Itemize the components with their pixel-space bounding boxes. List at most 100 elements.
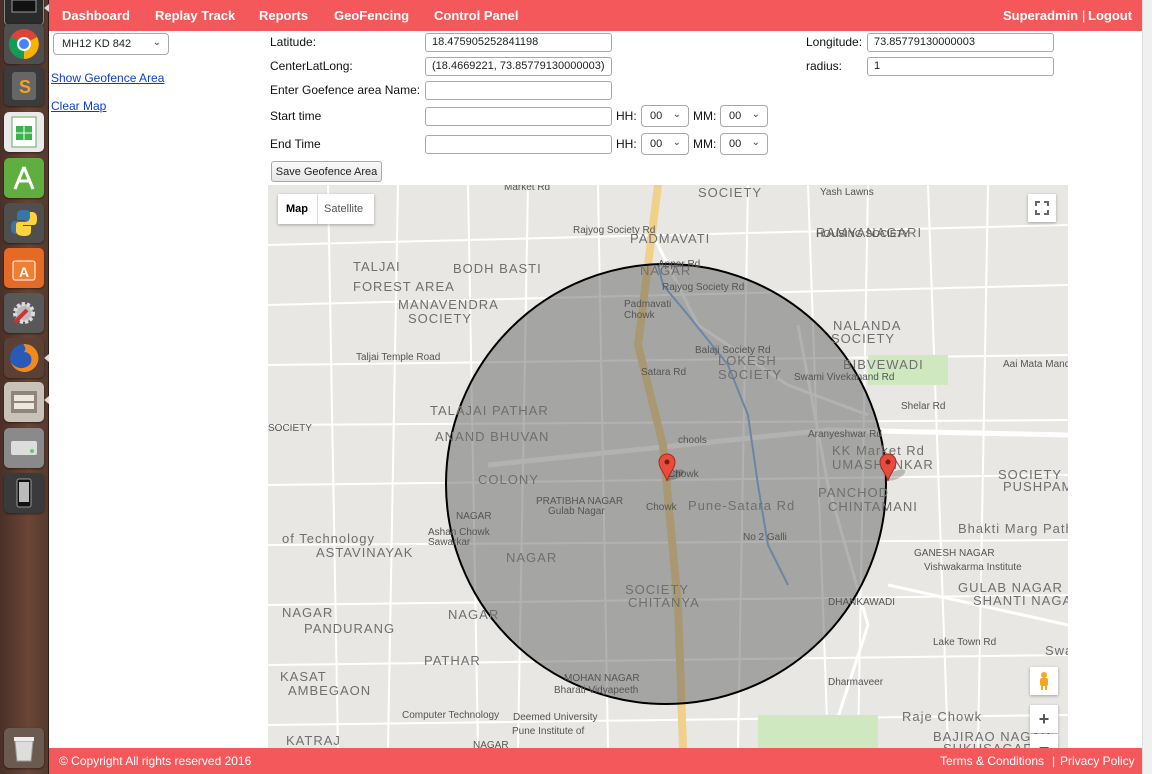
center-latlong-field[interactable]: (18.4669221, 73.85779130000003) [425,57,612,76]
map-label: Computer Technology [402,710,499,721]
map-label: Dharmaveer [828,677,884,688]
device-icon[interactable] [4,473,44,513]
nav-geofencing[interactable]: GeoFencing [334,8,409,23]
start-hh-label: HH: [616,109,637,123]
user-name[interactable]: Superadmin [1003,8,1078,23]
nav-separator: | [1082,8,1086,23]
chevron-down-icon: ⌄ [751,109,760,120]
geofence-name-field[interactable] [425,81,612,100]
python-icon[interactable] [4,203,44,243]
end-mm-select[interactable]: 00 ⌄ [720,133,768,155]
map-label: PUSHPAM [1003,479,1068,494]
map-label: SHANTI NAGAR [973,593,1068,608]
nav-replay-track[interactable]: Replay Track [155,8,235,23]
nav-dashboard[interactable]: Dashboard [62,8,130,23]
start-mm-select[interactable]: 00 ⌄ [720,105,768,127]
chevron-down-icon: ⌄ [672,109,681,120]
start-hh-select[interactable]: 00 ⌄ [641,105,689,127]
map-label: Aranyeshwar Rd [808,429,882,440]
map-label: MANAVENDRA [398,297,499,312]
map-label: SUKHSAGAR [943,741,1034,748]
map-label: SOCIETY [408,311,472,326]
zoom-out-icon[interactable]: − [1030,734,1058,748]
map-label: TALJAI [353,259,401,274]
map-label: NAGAR [282,605,333,620]
nav-reports[interactable]: Reports [259,8,308,23]
chrome-icon[interactable] [4,24,44,64]
chevron-down-icon: ⌄ [672,137,681,148]
map-label: Taljai Temple Road [356,352,440,363]
terms-link[interactable]: Terms & Conditions [940,754,1044,768]
map-canvas[interactable]: SOCIETY Yash LawnsRAMYANAGARIHOUSING SOCI… [268,185,1068,748]
chevron-down-icon: ⌄ [152,37,161,48]
save-geofence-button[interactable]: Save Geofence Area [271,161,382,182]
logout-link[interactable]: Logout [1088,8,1132,23]
map-label: BIBVEWADI [843,357,924,372]
latitude-field[interactable]: 18.475905252841198 [425,33,612,52]
map-type-map-button[interactable]: Map [286,203,308,215]
map-label: PANCHOD [818,485,889,500]
map-label: No 2 Galli [743,532,787,543]
end-hh-select[interactable]: 00 ⌄ [641,133,689,155]
file-manager-icon[interactable] [4,382,44,422]
fullscreen-icon[interactable] [1028,194,1056,222]
svg-text:S: S [19,77,31,97]
map-label: Gulab Nagar [548,506,605,517]
nav-control-panel[interactable]: Control Panel [434,8,519,23]
system-settings-icon[interactable] [4,293,44,333]
map-label: GANESH NAGAR [914,548,995,559]
map-label: SOCIETY [698,185,762,200]
map-label: Pune Institute of [512,726,584,737]
footer-separator: | [1052,754,1056,768]
map-label: Vishwakarma Institute [924,562,1022,573]
latitude-label: Latitude: [270,35,317,49]
map-label: Aai Mata Mandir [1003,359,1068,370]
vehicle-select[interactable]: MH12 KD 842 ⌄ [53,33,169,55]
software-center-icon[interactable]: A [4,248,44,288]
map-label: Chowk [646,502,678,513]
map-label: SOCIETY [718,367,782,382]
sublime-text-icon[interactable]: S [4,66,44,106]
center-latlong-label: CenterLatLong: [270,59,353,73]
longitude-field[interactable]: 73.85779130000003 [867,33,1054,52]
zoom-in-icon[interactable]: + [1030,705,1058,733]
start-time-field[interactable] [425,107,612,126]
android-studio-icon[interactable] [4,158,44,198]
end-time-field[interactable] [425,135,612,154]
map-label: Raje Chowk [902,709,982,724]
map-label: MOHAN NAGAR [564,673,640,684]
svg-text:A: A [19,264,29,280]
map-type-satellite-button[interactable]: Satellite [324,203,363,215]
start-time-label: Start time [270,109,322,123]
map-view[interactable]: SOCIETY Yash Lawns RAMYANAGARI HOUSING SOCI… [268,185,1068,748]
radius-field[interactable]: 1 [867,57,1054,76]
map-label: Lake Town Rd [933,637,996,648]
end-mm-label: MM: [693,137,717,151]
map-label: Satara Rd [641,367,686,378]
show-geofence-link[interactable]: Show Geofence Area [51,71,164,85]
map-label: BODH BASTI [453,261,542,276]
terminal-icon[interactable] [4,0,44,26]
street-view-pegman-icon[interactable] [1030,667,1058,695]
map-label: Jbale Path [268,185,315,188]
spreadsheet-icon[interactable] [4,112,44,152]
map-label: ANAND BHUVAN [435,429,549,444]
start-hh-value: 00 [650,110,663,122]
clear-map-link[interactable]: Clear Map [51,99,106,113]
disk-drive-icon[interactable] [4,428,44,468]
map-label: Rajyog Society Rd [573,225,655,236]
map-label: FOREST AREA [353,279,455,294]
trash-icon[interactable] [4,728,44,768]
map-label: Market Rd [504,185,550,193]
map-label: chools [678,435,707,446]
privacy-link[interactable]: Privacy Policy [1060,754,1135,768]
map-label: NAGAR [473,740,509,748]
map-label: Rajyog Society Rd [662,282,744,293]
map-label: Shelar Rd [901,401,945,412]
top-navigation-bar: Dashboard Replay Track Reports GeoFencin… [49,0,1142,31]
firefox-icon[interactable] [4,338,44,378]
scrollbar[interactable] [1142,0,1152,774]
end-hh-label: HH: [616,137,637,151]
map-label: Deemed University [513,712,597,723]
map-label: COLONY [478,472,539,487]
